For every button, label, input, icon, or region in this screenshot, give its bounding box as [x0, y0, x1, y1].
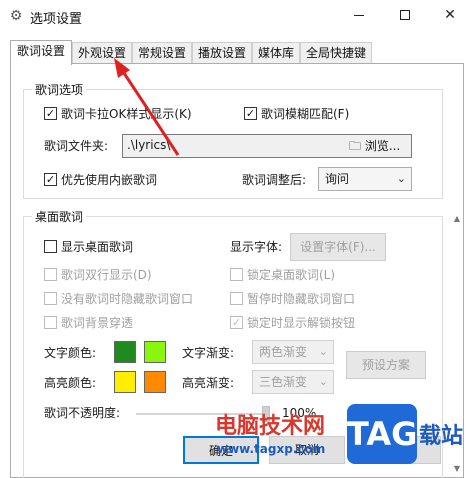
lyrics-adjust-value: 询问	[325, 172, 350, 186]
minimize-icon	[354, 14, 364, 16]
hide-on-pause-checkbox[interactable]: 暂停时隐藏歌词窗口	[230, 291, 355, 307]
window-title: 选项设置	[30, 12, 83, 27]
opacity-label: 歌词不透明度:	[44, 406, 121, 420]
tab-media-library[interactable]: 媒体库	[252, 42, 300, 64]
text-gradient-value: 两色渐变	[259, 345, 308, 359]
fuzzy-match-checkbox[interactable]: ✓ 歌词模糊匹配(F)	[244, 106, 349, 122]
scroll-down-icon[interactable]: ▼	[452, 464, 462, 473]
lyrics-options-group: 歌词选项 ✓ 歌词卡拉OK样式显示(K) ✓ 歌词模糊匹配(F) 歌词文件夹: .\…	[23, 81, 443, 199]
double-line-checkbox[interactable]: 歌词双行显示(D)	[44, 267, 152, 283]
lyrics-options-title: 歌词选项	[32, 81, 87, 98]
background-through-checkbox[interactable]: 歌词背景穿透	[44, 315, 133, 331]
title-bar[interactable]: ⚙ 选项设置 ✕	[0, 0, 473, 32]
tab-playback-settings[interactable]: 播放设置	[192, 42, 252, 64]
cancel-button[interactable]: 取消	[269, 436, 345, 464]
settings-panel: 歌词选项 ✓ 歌词卡拉OK样式显示(K) ✓ 歌词模糊匹配(F) 歌词文件夹: .\…	[10, 63, 464, 478]
highlight-color-label: 高亮颜色:	[44, 376, 97, 390]
highlight-gradient-value: 三色渐变	[259, 375, 308, 389]
check-icon: ✓	[45, 173, 56, 186]
fuzzy-match-label: 歌词模糊匹配(F)	[261, 107, 350, 121]
lock-desktop-label: 锁定桌面歌词(L)	[247, 268, 336, 282]
hide-no-lyrics-checkbox[interactable]: 没有歌词时隐藏歌词窗口	[44, 291, 193, 307]
show-desktop-lyrics-label: 显示桌面歌词	[61, 240, 134, 254]
text-gradient-select[interactable]: 两色渐变 ⌄	[252, 340, 334, 364]
browse-label: 浏览...	[364, 139, 401, 153]
checkbox-box	[44, 240, 57, 253]
maximize-button[interactable]	[382, 0, 428, 30]
folder-icon: 🗀	[349, 139, 362, 153]
ok-button[interactable]: 确定	[183, 436, 259, 464]
highlight-gradient-label: 高亮渐变:	[182, 376, 235, 390]
show-unlock-button-checkbox[interactable]: ✓ 锁定时显示解锁按钮	[230, 315, 355, 331]
preset-scheme-button[interactable]: 预设方案	[346, 351, 426, 379]
lock-desktop-checkbox[interactable]: 锁定桌面歌词(L)	[230, 267, 335, 283]
desktop-lyrics-title: 桌面歌词	[32, 208, 87, 225]
highlight-gradient-select[interactable]: 三色渐变 ⌄	[252, 370, 334, 394]
close-icon: ✕	[444, 7, 456, 23]
chevron-down-icon: ⌄	[318, 345, 328, 358]
show-desktop-lyrics-checkbox[interactable]: 显示桌面歌词	[44, 239, 133, 255]
text-color-label: 文字颜色:	[44, 346, 97, 360]
tab-general-settings[interactable]: 常规设置	[132, 42, 192, 64]
show-unlock-button-label: 锁定时显示解锁按钮	[247, 316, 356, 330]
opacity-value: 100%	[282, 406, 317, 420]
display-font-label: 显示字体:	[230, 240, 283, 254]
checkbox-box: ✓	[44, 173, 57, 186]
lyrics-folder-field[interactable]: .\lyrics\ 🗀 浏览...	[122, 134, 412, 158]
opacity-slider-track[interactable]	[136, 413, 266, 415]
chevron-down-icon: ⌄	[318, 375, 328, 388]
lyrics-folder-value: .\lyrics\	[127, 138, 171, 152]
text-gradient-label: 文字渐变:	[182, 346, 235, 360]
highlight-color-swatch-1[interactable]	[114, 371, 136, 393]
text-color-swatch-2[interactable]	[144, 341, 166, 363]
opacity-slider-thumb[interactable]	[262, 406, 270, 422]
close-button[interactable]: ✕	[427, 0, 473, 30]
scroll-up-icon[interactable]: ▲	[452, 214, 462, 223]
checkbox-box	[44, 316, 57, 329]
text-color-swatch-1[interactable]	[114, 341, 136, 363]
checkbox-box: ✓	[230, 316, 243, 329]
checkbox-box: ✓	[244, 107, 257, 120]
checkbox-box: ✓	[44, 107, 57, 120]
minimize-button[interactable]	[336, 0, 382, 30]
tab-global-hotkeys[interactable]: 全局快捷键	[300, 42, 372, 64]
checkbox-box	[230, 292, 243, 305]
set-font-button[interactable]: 设置字体(F)...	[290, 233, 386, 261]
lyrics-adjust-label: 歌词调整后:	[242, 173, 307, 187]
checkbox-box	[44, 292, 57, 305]
scrollbar[interactable]: ▲ ▼	[452, 214, 462, 476]
prefer-embedded-label: 优先使用内嵌歌词	[61, 173, 158, 187]
hide-on-pause-label: 暂停时隐藏歌词窗口	[247, 292, 356, 306]
double-line-label: 歌词双行显示(D)	[61, 268, 152, 282]
maximize-icon	[400, 10, 410, 20]
prefer-embedded-checkbox[interactable]: ✓ 优先使用内嵌歌词	[44, 172, 157, 188]
tab-appearance-settings[interactable]: 外观设置	[72, 42, 132, 64]
checkbox-box	[44, 268, 57, 281]
hide-no-lyrics-label: 没有歌词时隐藏歌词窗口	[61, 292, 194, 306]
karaoke-style-checkbox[interactable]: ✓ 歌词卡拉OK样式显示(K)	[44, 106, 192, 122]
gear-icon: ⚙	[9, 8, 23, 24]
check-icon: ✓	[245, 107, 256, 120]
karaoke-style-label: 歌词卡拉OK样式显示(K)	[61, 107, 192, 121]
lyrics-adjust-select[interactable]: 询问 ⌄	[318, 167, 412, 191]
lyrics-folder-label: 歌词文件夹:	[44, 139, 109, 153]
checkbox-box	[230, 268, 243, 281]
check-icon: ✓	[45, 107, 56, 120]
tab-lyrics-settings[interactable]: 歌词设置	[10, 40, 72, 65]
background-through-label: 歌词背景穿透	[61, 316, 134, 330]
highlight-color-swatch-2[interactable]	[144, 371, 166, 393]
browse-button[interactable]: 🗀 浏览...	[349, 136, 400, 156]
apply-button[interactable]: 应用	[355, 436, 441, 464]
chevron-down-icon: ⌄	[396, 172, 406, 185]
check-icon: ✓	[231, 316, 242, 329]
